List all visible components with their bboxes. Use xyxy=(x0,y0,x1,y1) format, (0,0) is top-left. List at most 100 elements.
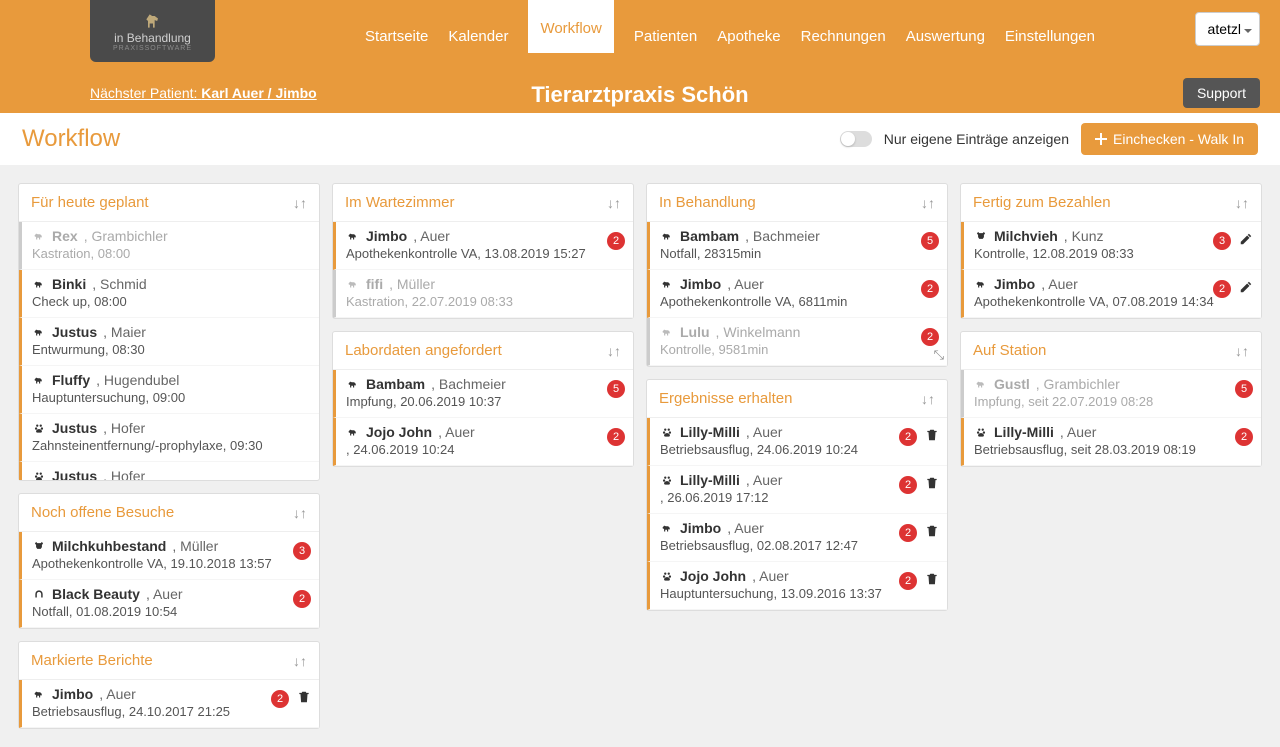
patient-name: Lulu xyxy=(680,324,710,340)
patient-card[interactable]: Jimbo, AuerApothekenkontrolle VA, 6811mi… xyxy=(647,270,947,318)
owner-name: , Hugendubel xyxy=(96,372,179,388)
sort-icon[interactable]: ↓↑ xyxy=(921,391,935,407)
patient-name: Binki xyxy=(52,276,86,292)
panel-results: Ergebnisse erhalten↓↑Lilly-Milli, AuerBe… xyxy=(646,379,948,611)
nav-rechnungen[interactable]: Rechnungen xyxy=(801,20,886,53)
cow-icon xyxy=(974,229,988,243)
own-entries-toggle[interactable] xyxy=(840,131,872,147)
count-badge: 5 xyxy=(1235,380,1253,398)
owner-name: , Auer xyxy=(146,586,183,602)
trash-button[interactable] xyxy=(925,428,939,442)
patient-card[interactable]: Justus, HoferEntwurmung, 13:45 xyxy=(19,462,319,480)
paw-icon xyxy=(660,425,674,439)
patient-card[interactable]: Milchkuhbestand, MüllerApothekenkontroll… xyxy=(19,532,319,580)
user-menu[interactable]: atetzl xyxy=(1195,12,1260,46)
subheader: Workflow Nur eigene Einträge anzeigen Ei… xyxy=(0,113,1280,165)
patient-card[interactable]: Bambam, BachmeierImpfung, 20.06.2019 10:… xyxy=(333,370,633,418)
card-detail: Apothekenkontrolle VA, 07.08.2019 14:34 xyxy=(974,294,1253,309)
count-badge: 2 xyxy=(1235,428,1253,446)
patient-name: Jimbo xyxy=(994,276,1035,292)
nav-auswertung[interactable]: Auswertung xyxy=(906,20,985,53)
panel-treat: In Behandlung↓↑Bambam, BachmeierNotfall,… xyxy=(646,183,948,367)
card-detail: Betriebsausflug, seit 28.03.2019 08:19 xyxy=(974,442,1253,457)
sort-icon[interactable]: ↓↑ xyxy=(1235,195,1249,211)
nav-apotheke[interactable]: Apotheke xyxy=(717,20,780,53)
patient-card[interactable]: Lilly-Milli, AuerBetriebsausflug, seit 2… xyxy=(961,418,1261,466)
patient-card[interactable]: Rex, GrambichlerKastration, 08:00 xyxy=(19,222,319,270)
card-detail: Apothekenkontrolle VA, 19.10.2018 13:57 xyxy=(32,556,311,571)
patient-card[interactable]: Fluffy, HugendubelHauptuntersuchung, 09:… xyxy=(19,366,319,414)
patient-card[interactable]: Jojo John, Auer, 24.06.2019 10:242 xyxy=(333,418,633,466)
patient-card[interactable]: Jimbo, AuerApothekenkontrolle VA, 07.08.… xyxy=(961,270,1261,318)
count-badge: 2 xyxy=(921,280,939,298)
patient-card[interactable]: Lilly-Milli, AuerBetriebsausflug, 24.06.… xyxy=(647,418,947,466)
patient-card[interactable]: Jimbo, AuerBetriebsausflug, 24.10.2017 2… xyxy=(19,680,319,728)
dog-icon xyxy=(32,325,46,339)
trash-button[interactable] xyxy=(925,476,939,490)
patient-card[interactable]: Gustl, GrambichlerImpfung, seit 22.07.20… xyxy=(961,370,1261,418)
patient-card[interactable]: Black Beauty, AuerNotfall, 01.08.2019 10… xyxy=(19,580,319,628)
count-badge: 2 xyxy=(607,428,625,446)
patient-card[interactable]: Lilly-Milli, Auer, 26.06.2019 17:122 xyxy=(647,466,947,514)
patient-card[interactable]: Justus, MaierEntwurmung, 08:30 xyxy=(19,318,319,366)
card-detail: Entwurmung, 08:30 xyxy=(32,342,311,357)
sort-icon[interactable]: ↓↑ xyxy=(293,505,307,521)
patient-name: Justus xyxy=(52,420,97,436)
patient-card[interactable]: Bambam, BachmeierNotfall, 28315min5 xyxy=(647,222,947,270)
panel-station: Auf Station↓↑Gustl, GrambichlerImpfung, … xyxy=(960,331,1262,467)
checkin-button[interactable]: Einchecken - Walk In xyxy=(1081,123,1258,155)
nav-startseite[interactable]: Startseite xyxy=(365,20,428,53)
panel-waiting: Im Wartezimmer ↓↑ Jimbo, AuerApothekenkont… xyxy=(332,183,634,319)
patient-card[interactable]: Jimbo, AuerApothekenkontrolle VA, 13.08.… xyxy=(333,222,633,270)
owner-name: , Auer xyxy=(413,228,450,244)
count-badge: 2 xyxy=(293,590,311,608)
patient-name: Lilly-Milli xyxy=(680,424,740,440)
sort-icon[interactable]: ↓↑ xyxy=(607,343,621,359)
panel-lab: Labordaten angefordert↓↑Bambam, Bachmeie… xyxy=(332,331,634,467)
card-detail: Impfung, 20.06.2019 10:37 xyxy=(346,394,625,409)
panel-title: Im Wartezimmer xyxy=(345,194,454,211)
support-button[interactable]: Support xyxy=(1183,78,1260,108)
edit-button[interactable] xyxy=(1239,280,1253,294)
nav-workflow[interactable]: Workflow xyxy=(528,0,613,53)
resize-handle[interactable]: ⤡ xyxy=(934,347,944,363)
owner-name: , Auer xyxy=(746,472,783,488)
dog-icon xyxy=(346,277,360,291)
card-detail: Kastration, 08:00 xyxy=(32,246,311,261)
nav-kalender[interactable]: Kalender xyxy=(448,20,508,53)
owner-name: , Auer xyxy=(99,686,136,702)
patient-card[interactable]: Jimbo, AuerBetriebsausflug, 02.08.2017 1… xyxy=(647,514,947,562)
patient-name: Lilly-Milli xyxy=(680,472,740,488)
sort-icon[interactable]: ↓↑ xyxy=(1235,343,1249,359)
trash-button[interactable] xyxy=(925,524,939,538)
trash-button[interactable] xyxy=(925,572,939,586)
sort-icon[interactable]: ↓↑ xyxy=(921,195,935,211)
practice-name: Tierarztpraxis Schön xyxy=(531,82,748,108)
patient-card[interactable]: fifi, MüllerKastration, 22.07.2019 08:33 xyxy=(333,270,633,318)
dog-icon xyxy=(660,521,674,535)
paw-icon xyxy=(974,425,988,439)
sort-icon[interactable]: ↓↑ xyxy=(293,653,307,669)
sort-icon[interactable]: ↓↑ xyxy=(293,195,307,211)
nav-einstellungen[interactable]: Einstellungen xyxy=(1005,20,1095,53)
paw-icon xyxy=(32,421,46,435)
dog-icon xyxy=(660,325,674,339)
sort-icon[interactable]: ↓↑ xyxy=(607,195,621,211)
count-badge: 2 xyxy=(899,524,917,542)
paw-icon xyxy=(660,473,674,487)
patient-card[interactable]: Binki, SchmidCheck up, 08:00 xyxy=(19,270,319,318)
count-badge: 2 xyxy=(921,328,939,346)
patient-card[interactable]: Jojo John, AuerHauptuntersuchung, 13.09.… xyxy=(647,562,947,610)
owner-name: , Müller xyxy=(389,276,435,292)
trash-button[interactable] xyxy=(297,690,311,704)
patient-card[interactable]: Milchvieh, KunzKontrolle, 12.08.2019 08:… xyxy=(961,222,1261,270)
edit-button[interactable] xyxy=(1239,232,1253,246)
owner-name: , Bachmeier xyxy=(431,376,506,392)
patient-card[interactable]: Justus, HoferZahnsteinentfernung/-prophy… xyxy=(19,414,319,462)
next-patient-link[interactable]: Nächster Patient: Karl Auer / Jimbo xyxy=(90,85,317,101)
patient-card[interactable]: Lulu, WinkelmannKontrolle, 9581min2 xyxy=(647,318,947,366)
count-badge: 2 xyxy=(607,232,625,250)
nav-patienten[interactable]: Patienten xyxy=(634,20,697,53)
col-3: In Behandlung↓↑Bambam, BachmeierNotfall,… xyxy=(646,183,948,611)
owner-name: , Schmid xyxy=(92,276,146,292)
